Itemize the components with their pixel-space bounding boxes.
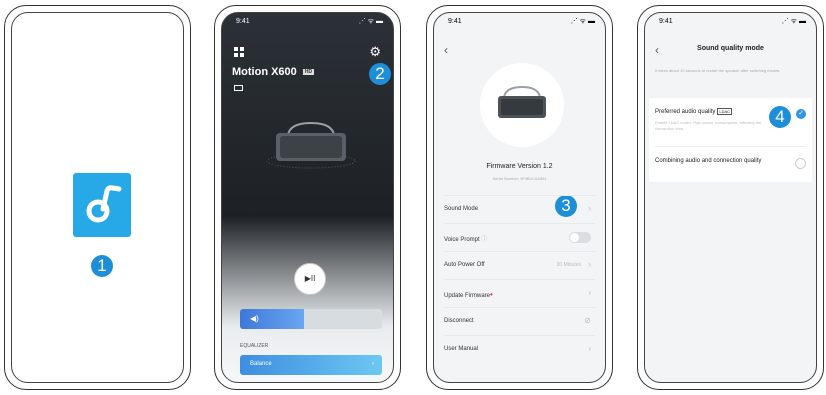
settings-row-sound-mode[interactable]: Sound Mode › [444,195,595,224]
status-time: 9:41 [448,18,462,25]
chevron-right-icon: › [588,260,591,269]
divider [655,146,806,147]
settings-row-update-firmware[interactable]: Update Firmware• › [444,279,595,308]
radio-unselected[interactable] [795,158,806,169]
volume-slider[interactable]: ◀) [240,309,382,329]
phone-frame-1: 1 [4,5,191,390]
device-name: Motion X600 HD [232,66,315,78]
settings-row-disconnect[interactable]: Disconnect ⊘ [444,307,595,336]
update-dot: • [490,290,493,299]
back-icon[interactable]: ‹ [444,43,448,57]
status-icons: ⋰ ᯤ ▬ [358,18,383,25]
status-bar: 9:41 ⋰ ᯤ ▬ [655,17,806,29]
grid-menu-icon[interactable] [234,47,244,57]
row-label: Sound Mode [444,206,479,212]
app-logo-icon [86,185,122,223]
app-logo[interactable] [73,173,131,237]
step-badge-4: 4 [769,106,791,128]
row-value: 30 Minutes [556,262,581,268]
ldac-tag: LDAC [717,108,733,115]
row-label: User Manual [444,346,479,352]
chevron-right-icon: › [372,361,374,367]
splash-screen: 1 [11,12,184,383]
phone-frame-3: 9:41 ⋰ ᯤ ▬ ‹ Firmware Version 1.2 Serial… [426,5,613,390]
settings-row-voice-prompt: Voice Prompt ⓘ [444,223,595,252]
equalizer-value: Balance [250,361,272,367]
phone-frame-2: 9:41 ⋰ ᯤ ▬ ⚙ 2 Motion X600 HD ▶II ◀) EQU… [214,5,401,390]
voice-prompt-toggle[interactable] [569,232,591,243]
status-icons: ⋰ ᯤ ▬ [570,18,595,25]
option-preferred-audio-quality[interactable]: Preferred audio quality LDAC [655,108,733,116]
status-bar: 9:41 ⋰ ᯤ ▬ [444,17,595,29]
chevron-right-icon: › [588,344,591,353]
page-title: Sound quality mode [697,45,764,52]
row-label: Disconnect [444,318,474,324]
step-badge-2: 2 [369,63,391,85]
device-tag: HD [302,69,315,76]
option-combining-audio-connection[interactable]: Combining audio and connection quality [655,158,761,164]
speaker-image [266,121,356,169]
device-image-circle [480,63,564,147]
mode-description: It takes about 10 seconds to restart the… [655,68,781,73]
status-icons: ⋰ ᯤ ▬ [781,18,806,25]
settings-screen: 9:41 ⋰ ᯤ ▬ ‹ Firmware Version 1.2 Serial… [433,12,606,383]
info-icon: ⓘ [481,237,488,243]
disconnect-icon: ⊘ [584,316,591,325]
selected-check-icon[interactable]: ✓ [796,109,806,119]
settings-row-user-manual[interactable]: User Manual › [444,335,595,364]
play-pause-button[interactable]: ▶II [294,263,326,295]
settings-row-auto-power-off[interactable]: Auto Power Off 30 Minutes › [444,251,595,280]
speaker-image [498,85,546,118]
row-label-text: Update Firmware [444,293,491,299]
status-time: 9:41 [236,18,250,25]
equalizer-label: EQUALIZER [240,343,269,349]
row-label-text: Voice Prompt [444,237,480,243]
option-label: Preferred audio quality [655,109,716,116]
step-badge-1: 1 [91,255,113,277]
row-label: Voice Prompt ⓘ [444,234,487,243]
firmware-version: Firmware Version 1.2 [486,163,553,170]
gear-icon[interactable]: ⚙ [369,44,381,60]
equalizer-button[interactable]: Balance › [240,355,382,375]
row-label: Update Firmware• [444,290,493,299]
chevron-right-icon: › [588,204,591,213]
battery-icon [234,85,243,91]
status-time: 9:41 [659,18,673,25]
option-subtext: Enable LDAC codec. High power consumptio… [655,120,762,131]
status-bar: 9:41 ⋰ ᯤ ▬ [232,17,383,29]
row-label: Auto Power Off [444,262,485,268]
phone-frame-4: 9:41 ⋰ ᯤ ▬ ‹ Sound quality mode It takes… [637,5,824,390]
home-screen: 9:41 ⋰ ᯤ ▬ ⚙ 2 Motion X600 HD ▶II ◀) EQU… [221,12,394,383]
chevron-right-icon: › [588,288,591,297]
device-name-text: Motion X600 [232,66,297,78]
volume-icon: ◀) [250,314,259,323]
sound-quality-screen: 9:41 ⋰ ᯤ ▬ ‹ Sound quality mode It takes… [644,12,817,383]
serial-number: Serial Number: 9F4B1C0A891 [492,176,547,181]
